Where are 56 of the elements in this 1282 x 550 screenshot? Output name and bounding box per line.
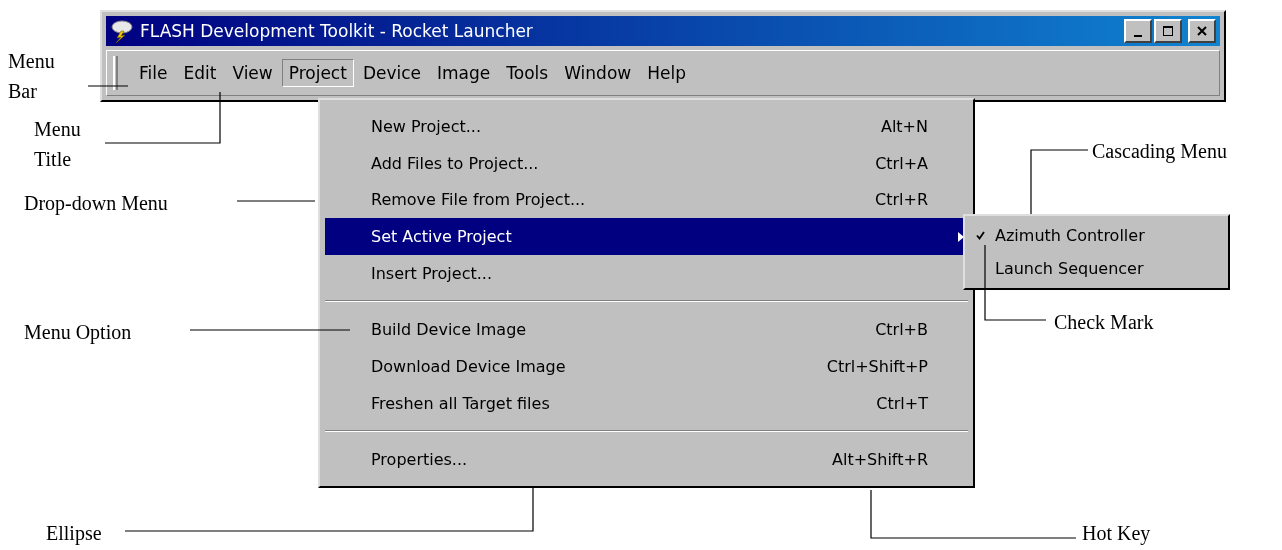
menu-option-label: Azimuth Controller (995, 226, 1145, 245)
menu-title[interactable]: Image (430, 59, 498, 87)
minimize-icon (1134, 35, 1142, 37)
menu-title[interactable]: Edit (176, 59, 224, 87)
menu-title[interactable]: Tools (499, 59, 556, 87)
menu-option-label: Launch Sequencer (995, 259, 1144, 278)
menu-option[interactable]: Azimuth Controller (965, 219, 1228, 252)
callout-label: Cascading Menu (1092, 139, 1227, 165)
menu-option-label: Insert Project... (371, 263, 493, 283)
menu-title[interactable]: File (132, 59, 175, 87)
menu-title[interactable]: Project (281, 59, 354, 87)
close-button[interactable] (1188, 19, 1216, 43)
callout-label: Menu Bar (8, 49, 56, 104)
shortcut-text: Ctrl+T (876, 393, 928, 413)
callout-label: Hot Key (1082, 521, 1151, 547)
callout-label: Check Mark (1054, 310, 1154, 335)
toolbar-grip-icon (113, 56, 118, 90)
menu-option-label: Set Active Project (371, 226, 513, 246)
callout-label: Drop-down Menu (24, 191, 168, 217)
shortcut-text: Ctrl+B (875, 320, 928, 340)
leader-line (87, 85, 129, 87)
menu-option-label: Freshen all Target files (371, 393, 551, 413)
maximize-icon (1162, 25, 1174, 37)
callout-label: Menu Option (24, 320, 132, 346)
menu-option[interactable]: Launch Sequencer (965, 252, 1228, 285)
menu-option-label: Properties... (371, 450, 469, 470)
close-icon (1196, 25, 1208, 37)
menu-title[interactable]: View (225, 59, 280, 87)
menu-option-label: Remove File from Project... (371, 190, 587, 210)
menu-option[interactable]: Build Device Image Ctrl+B (325, 311, 968, 349)
window-title: FLASH Development Toolkit - Rocket Launcher (140, 21, 534, 41)
menu-option[interactable]: Freshen all Target files Ctrl+T (325, 384, 968, 422)
menu-option-label: Build Device Image (371, 320, 528, 340)
leader-line (1030, 149, 1089, 215)
menu-option[interactable]: Remove File from Project... Ctrl+R (325, 181, 968, 218)
menu-title[interactable]: Help (640, 59, 693, 87)
shortcut-text: Alt+Shift+R (832, 450, 928, 470)
shortcut-text: Ctrl+R (875, 190, 928, 210)
shortcut-text: Ctrl+A (875, 153, 928, 173)
menu-option[interactable]: New Project... Alt+N (325, 108, 968, 145)
minimize-button[interactable] (1124, 19, 1152, 43)
menu-option-label: Download Device Image (371, 356, 567, 376)
menu-option[interactable]: Download Device Image Ctrl+Shift+P (325, 348, 968, 385)
shortcut-text: Ctrl+Shift+P (826, 356, 928, 376)
submenu-arrow-icon (958, 232, 964, 242)
menu-option-label: Add Files to Project... (371, 153, 540, 173)
callout-label: Ellipse (46, 521, 102, 547)
callout-label: Menu Title (34, 117, 82, 172)
lightning-cloud-icon (110, 19, 134, 43)
maximize-button[interactable] (1154, 19, 1182, 43)
menu-title[interactable]: Window (557, 59, 639, 87)
shortcut-text: Alt+N (880, 116, 928, 136)
menu-option[interactable]: Add Files to Project... Ctrl+A (325, 144, 968, 182)
menu-title[interactable]: Device (355, 59, 429, 87)
menu-option[interactable]: Properties... Alt+Shift+R (325, 441, 968, 479)
menu-option-label: New Project... (371, 116, 482, 136)
